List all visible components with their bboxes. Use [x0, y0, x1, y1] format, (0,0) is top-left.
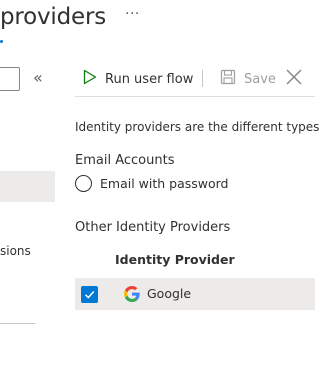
- command-bar: Run user flow Save: [75, 62, 315, 95]
- description-text: Identity providers are the different typ…: [75, 120, 320, 134]
- close-icon: [285, 69, 303, 90]
- save-icon: [220, 69, 236, 89]
- run-user-flow-button[interactable]: Run user flow: [83, 69, 193, 89]
- save-button[interactable]: Save: [220, 69, 276, 89]
- nav-item-label[interactable]: sions: [0, 244, 31, 258]
- play-icon: [83, 69, 97, 89]
- email-with-password-label: Email with password: [100, 176, 229, 191]
- page-title: providers: [0, 4, 107, 30]
- google-icon: [124, 286, 140, 302]
- close-button[interactable]: [285, 68, 303, 90]
- nav-divider: [0, 323, 35, 324]
- other-providers-heading: Other Identity Providers: [75, 220, 231, 235]
- provider-name: Google: [147, 286, 192, 301]
- toolbar-divider: [75, 96, 315, 97]
- toolbar-separator: [202, 70, 203, 87]
- email-with-password-option[interactable]: Email with password: [75, 175, 229, 192]
- more-options-button[interactable]: ···: [125, 6, 140, 22]
- search-input[interactable]: [0, 67, 20, 91]
- run-user-flow-label: Run user flow: [105, 71, 194, 87]
- nav-item-selected[interactable]: [0, 171, 55, 202]
- checkmark-icon: [84, 290, 95, 299]
- collapse-panel-button[interactable]: «: [33, 68, 43, 87]
- local-accounts-heading: Email Accounts: [75, 153, 175, 168]
- table-row[interactable]: Google: [75, 278, 315, 310]
- email-with-password-radio[interactable]: [75, 175, 92, 192]
- identity-provider-column-header: Identity Provider: [115, 252, 235, 267]
- title-accent: [0, 40, 3, 43]
- save-label: Save: [244, 71, 276, 87]
- google-checkbox[interactable]: [81, 286, 98, 303]
